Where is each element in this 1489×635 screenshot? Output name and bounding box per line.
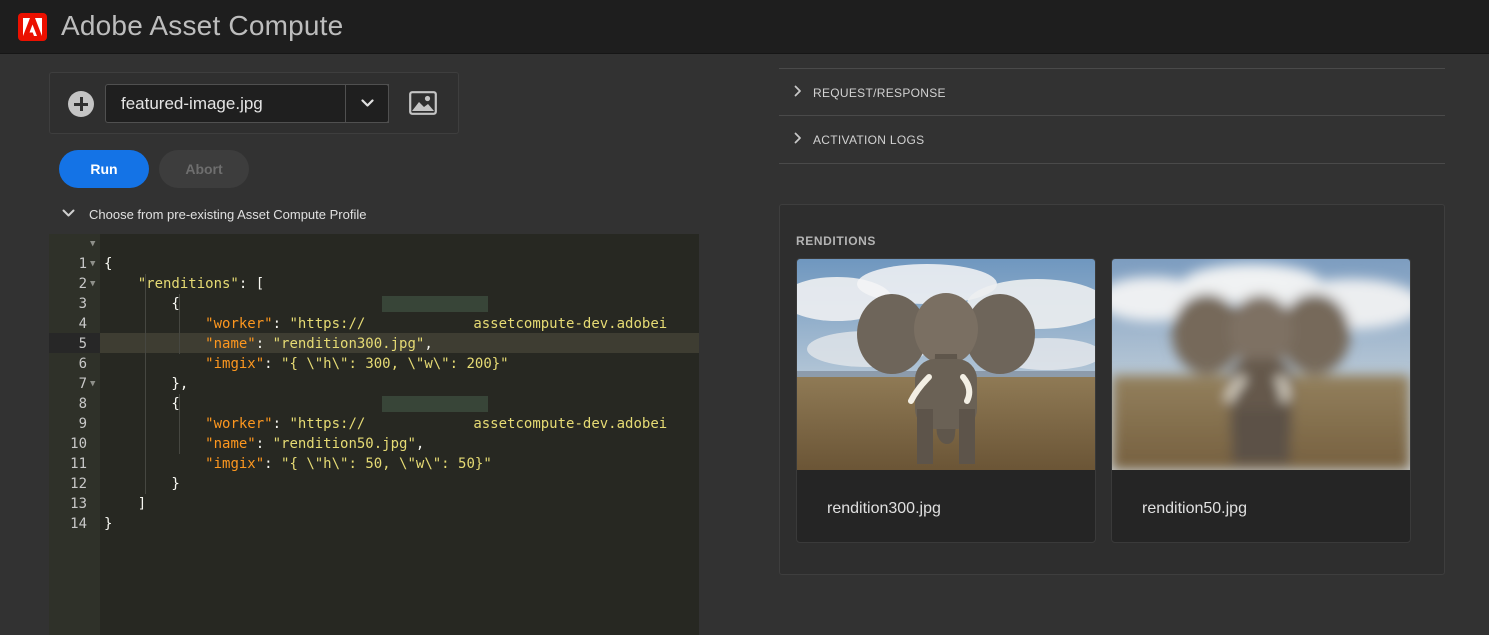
- code-line: 12 }: [70, 476, 180, 492]
- chevron-right-icon: [794, 132, 801, 144]
- code-line: 5 "name": "rendition300.jpg",: [78, 336, 433, 352]
- rendition-image: [1112, 259, 1410, 470]
- code-line: 8 ▼ {: [78, 379, 180, 412]
- code-line: 4 "worker": "https://assetcompute-dev.ad…: [78, 316, 668, 332]
- renditions-title: RENDITIONS: [796, 234, 877, 248]
- run-button[interactable]: Run: [59, 150, 149, 188]
- chevron-right-icon: [794, 85, 801, 97]
- code-line: 2 ▼ "renditions": [: [78, 259, 265, 292]
- rendition-card[interactable]: rendition300.jpg: [796, 258, 1096, 543]
- code-line: 9 "worker": "https://assetcompute-dev.ad…: [78, 416, 668, 432]
- image-preview-icon[interactable]: [409, 91, 437, 115]
- code-line: 7 },: [78, 376, 189, 392]
- profile-toggle-label: Choose from pre-existing Asset Compute P…: [89, 207, 367, 222]
- abort-button[interactable]: Abort: [159, 150, 249, 188]
- file-picker-panel: featured-image.jpg: [49, 72, 459, 134]
- code-line: 11 "imgix": "{ \"h\": 50, \"w\": 50}": [70, 456, 492, 472]
- rendition-card[interactable]: rendition50.jpg: [1111, 258, 1411, 543]
- renditions-panel: RENDITIONS rendition300.jpg rendition50.…: [779, 204, 1445, 575]
- chevron-down-icon: [62, 209, 75, 217]
- selected-file-name: featured-image.jpg: [121, 94, 263, 113]
- file-dropdown-button[interactable]: [345, 84, 389, 123]
- code-line: 13 ]: [70, 496, 147, 512]
- code-line: 14}: [70, 516, 113, 532]
- redacted-url: [382, 396, 488, 412]
- accordion-request-response[interactable]: REQUEST/RESPONSE: [779, 68, 1445, 116]
- accordion-activation-logs[interactable]: ACTIVATION LOGS: [779, 115, 1445, 163]
- redacted-url: [382, 296, 488, 312]
- code-line: 1 ▼{: [78, 239, 113, 272]
- rendition-name: rendition50.jpg: [1142, 500, 1247, 517]
- code-line-active: 6 "imgix": "{ \"h\": 300, \"w\": 200}": [78, 356, 509, 372]
- code-line: 3 ▼ {: [78, 279, 180, 312]
- app-header: Adobe Asset Compute: [0, 0, 1489, 54]
- app-title: Adobe Asset Compute: [61, 10, 344, 41]
- add-file-icon[interactable]: [68, 91, 94, 117]
- accordion-label: ACTIVATION LOGS: [813, 133, 925, 147]
- rendition-name: rendition300.jpg: [827, 500, 941, 517]
- json-editor[interactable]: 1 ▼{ 2 ▼ "renditions": [ 3 ▼ { 4 "worker": …: [49, 234, 699, 635]
- accordion-label: REQUEST/RESPONSE: [813, 86, 946, 100]
- adobe-logo-icon: [18, 13, 47, 41]
- rendition-image: [797, 259, 1095, 470]
- code-line: 10 "name": "rendition50.jpg",: [70, 436, 425, 452]
